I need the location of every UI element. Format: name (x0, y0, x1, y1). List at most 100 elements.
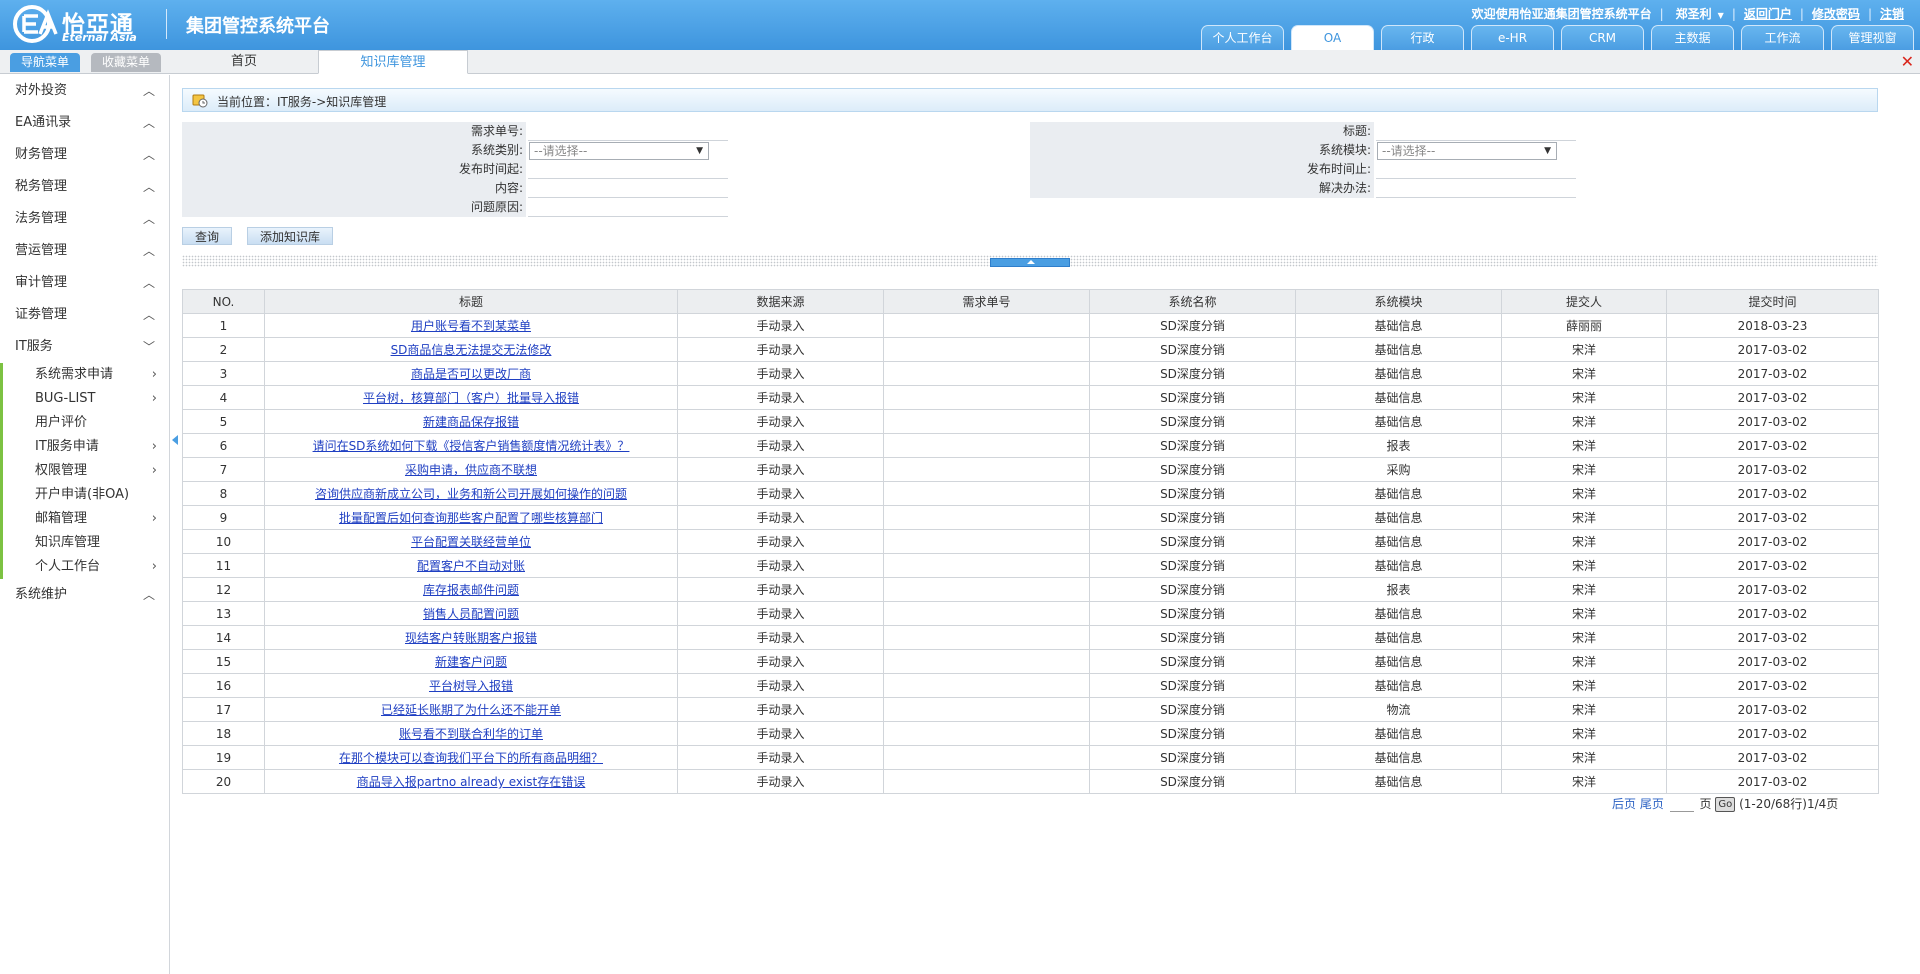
col-header-system-name[interactable]: 系统名称 (1089, 289, 1296, 314)
table-row[interactable]: 6 请问在SD系统如何下载《授信客户销售额度情况统计表》？ 手动录入 SD深度分销 报表… (182, 433, 1879, 458)
knowledge-title-link[interactable]: 配置客户不自动对账 (417, 559, 525, 573)
table-row[interactable]: 3 商品是否可以更改厂商 手动录入 SD深度分销 基础信息 宋洋 2017-03-02 (182, 361, 1879, 386)
tab-personal-workspace[interactable]: 个人工作台 (1201, 25, 1284, 50)
solution-input[interactable] (1376, 179, 1576, 198)
sidebar-item-external-investment[interactable]: 对外投资 ︿ (0, 75, 169, 107)
next-page-link[interactable]: 后页 (1612, 797, 1636, 811)
table-row[interactable]: 10 平台配置关联经营单位 手动录入 SD深度分销 基础信息 宋洋 2017-03-02 (182, 529, 1879, 554)
table-row[interactable]: 9 批量配置后如何查询那些客户配置了哪些核算部门 手动录入 SD深度分销 基础信息 宋洋 2… (182, 505, 1879, 530)
knowledge-title-link[interactable]: 已经延长账期了为什么还不能开单 (381, 703, 561, 717)
knowledge-title-link[interactable]: SD商品信息无法提交无法修改 (391, 343, 552, 357)
col-header-source[interactable]: 数据来源 (677, 289, 884, 314)
cause-input[interactable] (528, 198, 728, 217)
submenu-permission[interactable]: 权限管理 › (0, 459, 169, 483)
knowledge-title-link[interactable]: 商品导入报partno already exist存在错误 (357, 775, 586, 789)
knowledge-title-link[interactable]: 采购申请，供应商不联想 (405, 463, 537, 477)
table-row[interactable]: 13 销售人员配置问题 手动录入 SD深度分销 基础信息 宋洋 2017-03-02 (182, 601, 1879, 626)
knowledge-title-link[interactable]: 平台树导入报错 (429, 679, 513, 693)
knowledge-title-link[interactable]: 账号看不到联合利华的订单 (399, 727, 543, 741)
go-button[interactable]: Go (1715, 797, 1736, 812)
table-row[interactable]: 11 配置客户不自动对账 手动录入 SD深度分销 基础信息 宋洋 2017-03-02 (182, 553, 1879, 578)
sys-category-select[interactable]: --请选择-- ▼ (529, 142, 709, 160)
table-row[interactable]: 1 用户账号看不到某菜单 手动录入 SD深度分销 基础信息 薛丽丽 2018-03-23 (182, 313, 1879, 338)
favorites-menu-toggle[interactable]: 收藏菜单 (91, 53, 162, 72)
tab-workflow[interactable]: 工作流 (1741, 25, 1824, 50)
submenu-bug-list[interactable]: BUG-LIST › (0, 387, 169, 411)
sidebar-item-legal[interactable]: 法务管理 ︿ (0, 203, 169, 235)
nav-menu-toggle[interactable]: 导航菜单 (10, 53, 81, 72)
table-row[interactable]: 18 账号看不到联合利华的订单 手动录入 SD深度分销 基础信息 宋洋 2017-03-02 (182, 721, 1879, 746)
tab-master-data[interactable]: 主数据 (1651, 25, 1734, 50)
tab-home[interactable]: 首页 (170, 50, 318, 74)
table-row[interactable]: 15 新建客户问题 手动录入 SD深度分销 基础信息 宋洋 2017-03-02 (182, 649, 1879, 674)
publish-from-input[interactable] (528, 160, 728, 179)
sidebar-item-it-service[interactable]: IT服务 ﹀ (0, 331, 169, 363)
submenu-system-demand[interactable]: 系统需求申请 › (0, 363, 169, 387)
sys-module-select[interactable]: --请选择-- ▼ (1377, 142, 1557, 160)
knowledge-title-link[interactable]: 批量配置后如何查询那些客户配置了哪些核算部门 (339, 511, 603, 525)
knowledge-title-link[interactable]: 库存报表邮件问题 (423, 583, 519, 597)
table-row[interactable]: 7 采购申请，供应商不联想 手动录入 SD深度分销 采购 宋洋 2017-03-02 (182, 457, 1879, 482)
table-row[interactable]: 8 咨询供应商新成立公司，业务和新公司开展如何操作的问题 手动录入 SD深度分销 基础信… (182, 481, 1879, 506)
demand-no-input[interactable] (528, 122, 728, 141)
content-input[interactable] (528, 179, 728, 198)
knowledge-title-link[interactable]: 咨询供应商新成立公司，业务和新公司开展如何操作的问题 (315, 487, 627, 501)
submenu-knowledge-base[interactable]: 知识库管理 (0, 531, 169, 555)
knowledge-title-link[interactable]: 在那个模块可以查询我们平台下的所有商品明细？ (339, 751, 603, 765)
tab-crm[interactable]: CRM (1561, 25, 1644, 50)
table-row[interactable]: 2 SD商品信息无法提交无法修改 手动录入 SD深度分销 基础信息 宋洋 2017-03-0… (182, 337, 1879, 362)
knowledge-title-link[interactable]: 新建商品保存报错 (423, 415, 519, 429)
title-input[interactable] (1376, 122, 1576, 141)
tab-ehr[interactable]: e-HR (1471, 25, 1554, 50)
tab-oa[interactable]: OA (1291, 25, 1374, 50)
table-row[interactable]: 19 在那个模块可以查询我们平台下的所有商品明细？ 手动录入 SD深度分销 基础信息 宋洋… (182, 745, 1879, 770)
sidebar-item-system-maintenance[interactable]: 系统维护 ︿ (0, 579, 169, 611)
col-header-demand-no[interactable]: 需求单号 (883, 289, 1090, 314)
submenu-user-review[interactable]: 用户评价 (0, 411, 169, 435)
knowledge-title-link[interactable]: 现结客户转账期客户报错 (405, 631, 537, 645)
knowledge-title-link[interactable]: 商品是否可以更改厂商 (411, 367, 531, 381)
knowledge-title-link[interactable]: 平台树，核算部门（客户）批量导入报错 (363, 391, 579, 405)
knowledge-title-link[interactable]: 销售人员配置问题 (423, 607, 519, 621)
last-page-link[interactable]: 尾页 (1640, 797, 1664, 811)
page-number-input[interactable] (1669, 797, 1694, 812)
table-row[interactable]: 16 平台树导入报错 手动录入 SD深度分销 基础信息 宋洋 2017-03-02 (182, 673, 1879, 698)
logout-link[interactable]: 注销 (1880, 7, 1904, 21)
add-knowledge-button[interactable]: 添加知识库 (247, 227, 334, 245)
submenu-personal-workspace[interactable]: 个人工作台 › (0, 555, 169, 579)
table-row[interactable]: 17 已经延长账期了为什么还不能开单 手动录入 SD深度分销 物流 宋洋 2017-03-0… (182, 697, 1879, 722)
sidebar-item-tax[interactable]: 税务管理 ︿ (0, 171, 169, 203)
collapse-form-button[interactable] (990, 258, 1070, 267)
knowledge-title-link[interactable]: 用户账号看不到某菜单 (411, 319, 531, 333)
col-header-title[interactable]: 标题 (264, 289, 678, 314)
table-row[interactable]: 20 商品导入报partno already exist存在错误 手动录入 SD深度分… (182, 769, 1879, 794)
sidebar-splitter[interactable] (171, 390, 179, 490)
back-portal-link[interactable]: 返回门户 (1744, 7, 1792, 21)
close-icon[interactable]: ✕ (1901, 52, 1914, 71)
knowledge-title-link[interactable]: 请问在SD系统如何下载《授信客户销售额度情况统计表》？ (313, 439, 630, 453)
submenu-account-request[interactable]: 开户申请(非OA) (0, 483, 169, 507)
table-row[interactable]: 14 现结客户转账期客户报错 手动录入 SD深度分销 基础信息 宋洋 2017-03-02 (182, 625, 1879, 650)
col-header-submit-time[interactable]: 提交时间 (1666, 289, 1879, 314)
sidebar-item-audit[interactable]: 审计管理 ︿ (0, 267, 169, 299)
submenu-mailbox[interactable]: 邮箱管理 › (0, 507, 169, 531)
sidebar-item-securities[interactable]: 证劵管理 ︿ (0, 299, 169, 331)
tab-admin[interactable]: 行政 (1381, 25, 1464, 50)
tab-knowledge-base[interactable]: 知识库管理 (318, 50, 468, 74)
change-password-link[interactable]: 修改密码 (1812, 7, 1860, 21)
sidebar-item-ea-contacts[interactable]: EA通讯录 ︿ (0, 107, 169, 139)
table-row[interactable]: 5 新建商品保存报错 手动录入 SD深度分销 基础信息 宋洋 2017-03-02 (182, 409, 1879, 434)
sidebar-item-operations[interactable]: 营运管理 ︿ (0, 235, 169, 267)
col-header-submitter[interactable]: 提交人 (1501, 289, 1667, 314)
tab-management-view[interactable]: 管理视窗 (1831, 25, 1914, 50)
query-button[interactable]: 查询 (182, 227, 233, 245)
table-row[interactable]: 12 库存报表邮件问题 手动录入 SD深度分销 报表 宋洋 2017-03-02 (182, 577, 1879, 602)
table-row[interactable]: 4 平台树，核算部门（客户）批量导入报错 手动录入 SD深度分销 基础信息 宋洋 2017-… (182, 385, 1879, 410)
knowledge-title-link[interactable]: 新建客户问题 (435, 655, 507, 669)
user-dropdown[interactable]: 郑圣利 ▼ (1672, 7, 1724, 21)
sidebar-item-finance[interactable]: 财务管理 ︿ (0, 139, 169, 171)
publish-to-input[interactable] (1376, 160, 1576, 179)
submenu-it-service-request[interactable]: IT服务申请 › (0, 435, 169, 459)
knowledge-title-link[interactable]: 平台配置关联经营单位 (411, 535, 531, 549)
col-header-no[interactable]: NO. (182, 289, 265, 314)
